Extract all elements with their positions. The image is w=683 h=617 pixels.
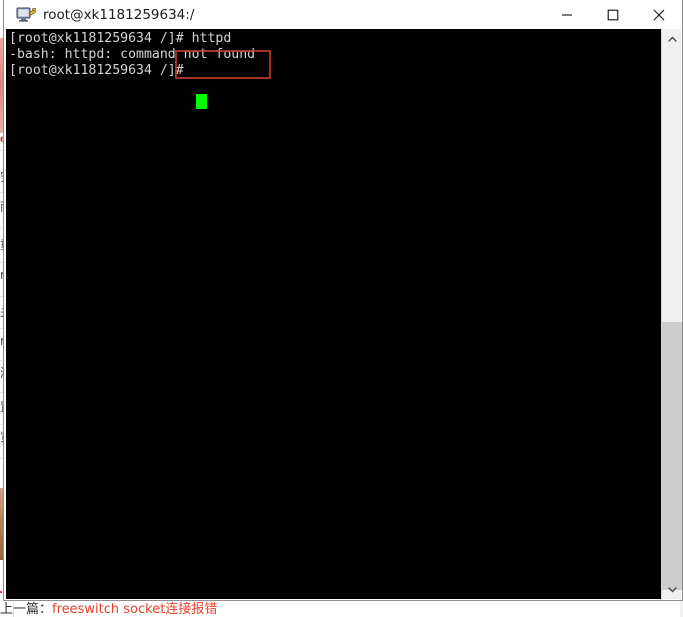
window-title: root@xk1181259634:/ (43, 6, 195, 23)
background-prev-post-link[interactable]: 上一篇：freeswitch socket连接报错 (0, 601, 320, 617)
window-titlebar[interactable]: root@xk1181259634:/ (4, 0, 682, 29)
terminal-line: [root@xk1181259634 /]# httpd (9, 31, 232, 46)
terminal-scrollbar[interactable] (661, 29, 682, 599)
scroll-down-button[interactable] (662, 579, 682, 599)
close-button[interactable] (636, 0, 682, 29)
maximize-button[interactable] (590, 0, 636, 29)
prev-post-title[interactable]: freeswitch socket连接报错 (52, 602, 217, 617)
close-icon (653, 9, 665, 20)
window-controls (544, 0, 682, 29)
red-highlight-box (175, 50, 271, 79)
putty-terminal-window: root@xk1181259634:/ [root@xk1181259634 /… (3, 0, 683, 601)
scroll-up-button[interactable] (662, 29, 682, 49)
minimize-button[interactable] (544, 0, 590, 29)
putty-terminal-icon (15, 4, 37, 26)
terminal-output-area[interactable]: [root@xk1181259634 /]# httpd -bash: http… (6, 29, 661, 599)
chevron-down-icon (667, 586, 677, 593)
terminal-cursor (196, 94, 207, 109)
prev-post-label: 上一篇： (0, 602, 53, 617)
minimize-icon (562, 13, 572, 16)
maximize-icon (607, 9, 619, 20)
terminal-line: -bash: httpd: command not found (9, 47, 256, 62)
chevron-up-icon (667, 35, 677, 42)
terminal-line: [root@xk1181259634 /]# (9, 63, 192, 78)
scrollbar-thumb[interactable] (662, 322, 682, 590)
